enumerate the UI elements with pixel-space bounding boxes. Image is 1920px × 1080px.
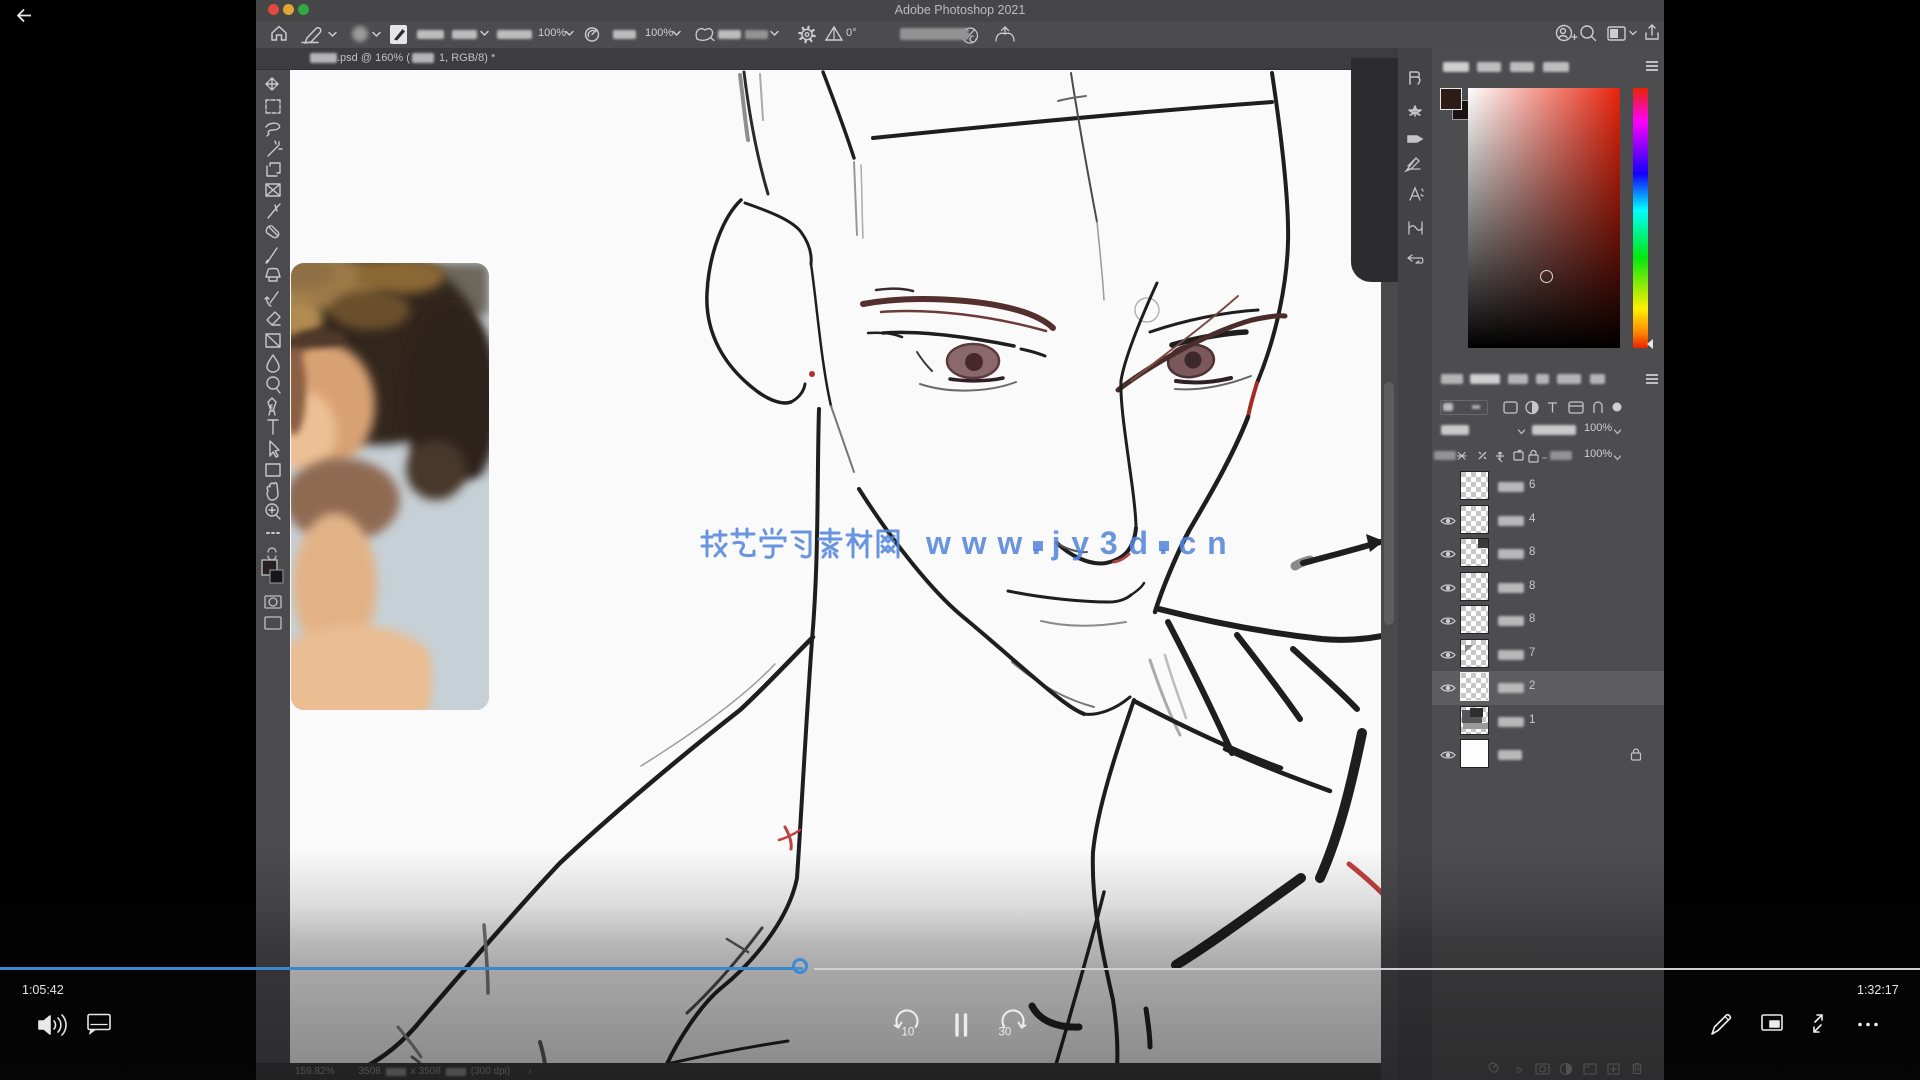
svg-text:www.jy3d.cn: www.jy3d.cn — [925, 525, 1237, 561]
svg-text:30: 30 — [999, 1027, 1012, 1039]
svg-text:fx: fx — [1516, 1065, 1524, 1075]
svg-text:10: 10 — [902, 1027, 915, 1039]
